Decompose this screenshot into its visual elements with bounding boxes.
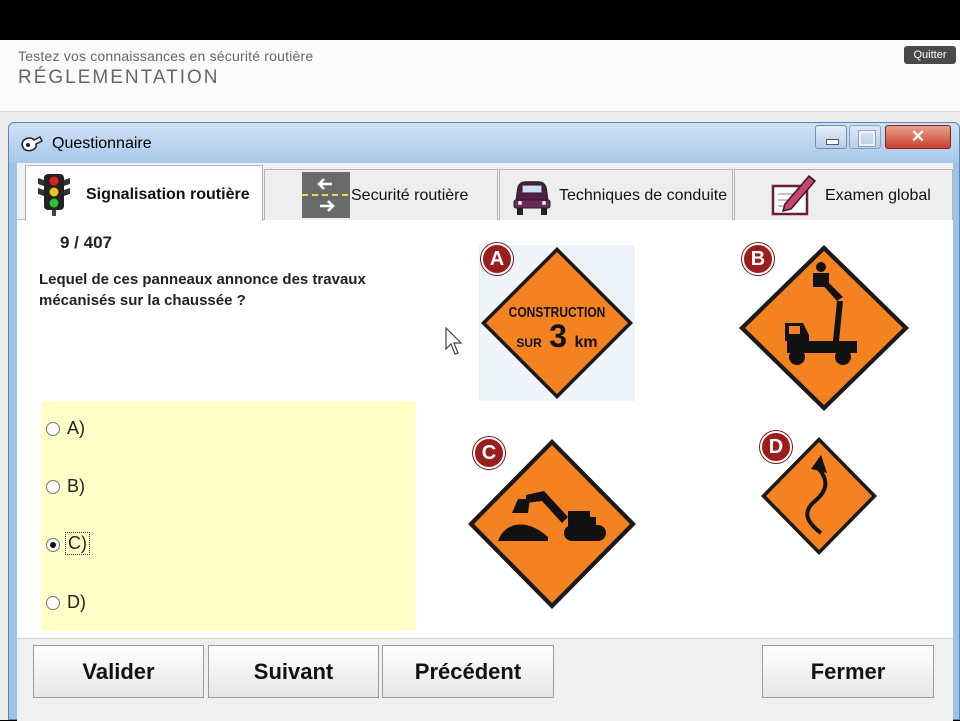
- maximize-button[interactable]: [849, 125, 881, 149]
- question-text: Lequel de ces panneaux annonce des trava…: [39, 271, 366, 309]
- close-icon: ✕: [910, 127, 926, 146]
- sign-c-badge: C: [473, 437, 505, 469]
- previous-button[interactable]: Précédent: [382, 645, 554, 698]
- radio-button[interactable]: [46, 480, 60, 494]
- sign-d-badge: D: [760, 431, 792, 463]
- app-subtitle: Testez vos connaissances en sécurité rou…: [18, 48, 314, 64]
- app-header: Testez vos connaissances en sécurité rou…: [0, 40, 960, 112]
- tab-label: Signalisation routière: [86, 186, 250, 203]
- radio-button-selected[interactable]: [46, 538, 60, 552]
- app-icon: [21, 135, 44, 152]
- footer-toolbar: Valider Suivant Précédent Fermer: [17, 638, 953, 721]
- answer-label: B): [67, 476, 85, 496]
- answer-list: A) B) C) D): [41, 401, 416, 631]
- tab-label: Securité routière: [351, 187, 469, 204]
- answer-label: A): [67, 418, 85, 438]
- questionnaire-window: Questionnaire ✕ Signalisation routière S…: [8, 122, 960, 721]
- radio-button[interactable]: [46, 422, 60, 436]
- top-black-bar: [0, 0, 960, 40]
- sign-a-badge: A: [481, 243, 513, 275]
- tab-techniques-de-conduite[interactable]: Techniques de conduite: [499, 169, 733, 220]
- tab-label: Techniques de conduite: [559, 187, 728, 204]
- sign-choices: CONSTRUCTION SUR 3 km A B C D: [437, 223, 953, 643]
- sign-a-number: 3: [549, 318, 567, 354]
- window-titlebar[interactable]: Questionnaire ✕: [9, 123, 959, 163]
- sign-a-unit: km: [574, 334, 597, 351]
- car-icon: [513, 181, 551, 215]
- quit-button[interactable]: Quitter: [904, 46, 956, 64]
- window-close-button[interactable]: ✕: [885, 125, 951, 149]
- tab-examen-global[interactable]: Examen global: [734, 169, 953, 220]
- traffic-light-icon: [38, 174, 70, 216]
- question-counter: 9 / 407: [60, 233, 112, 252]
- tab-label: Examen global: [825, 187, 931, 204]
- tab-securite-routiere[interactable]: Securité routière: [264, 169, 498, 220]
- sign-a-sur: SUR: [516, 336, 542, 350]
- next-button[interactable]: Suivant: [208, 645, 379, 698]
- answer-label: C): [65, 532, 90, 555]
- mouse-cursor-icon: [445, 327, 463, 355]
- window-client-area: Signalisation routière Securité routière: [17, 163, 953, 721]
- app-title: RÉGLEMENTATION: [18, 67, 220, 88]
- tab-strip: Signalisation routière Securité routière: [17, 163, 953, 221]
- answer-option-a[interactable]: A): [41, 401, 416, 458]
- answer-option-d[interactable]: D): [41, 575, 416, 632]
- radio-button[interactable]: [46, 596, 60, 610]
- close-button[interactable]: Fermer: [762, 645, 934, 698]
- sign-b-badge: B: [742, 243, 774, 275]
- validate-button[interactable]: Valider: [33, 645, 204, 698]
- window-title: Questionnaire: [52, 135, 152, 152]
- exam-pencil-icon: [771, 174, 817, 216]
- minimize-button[interactable]: [815, 125, 847, 149]
- answer-label: D): [67, 592, 86, 612]
- answer-option-b[interactable]: B): [41, 459, 416, 516]
- answer-option-c[interactable]: C): [41, 517, 416, 574]
- tab-signalisation-routiere[interactable]: Signalisation routière: [25, 165, 263, 221]
- lane-arrows-icon: [302, 172, 350, 218]
